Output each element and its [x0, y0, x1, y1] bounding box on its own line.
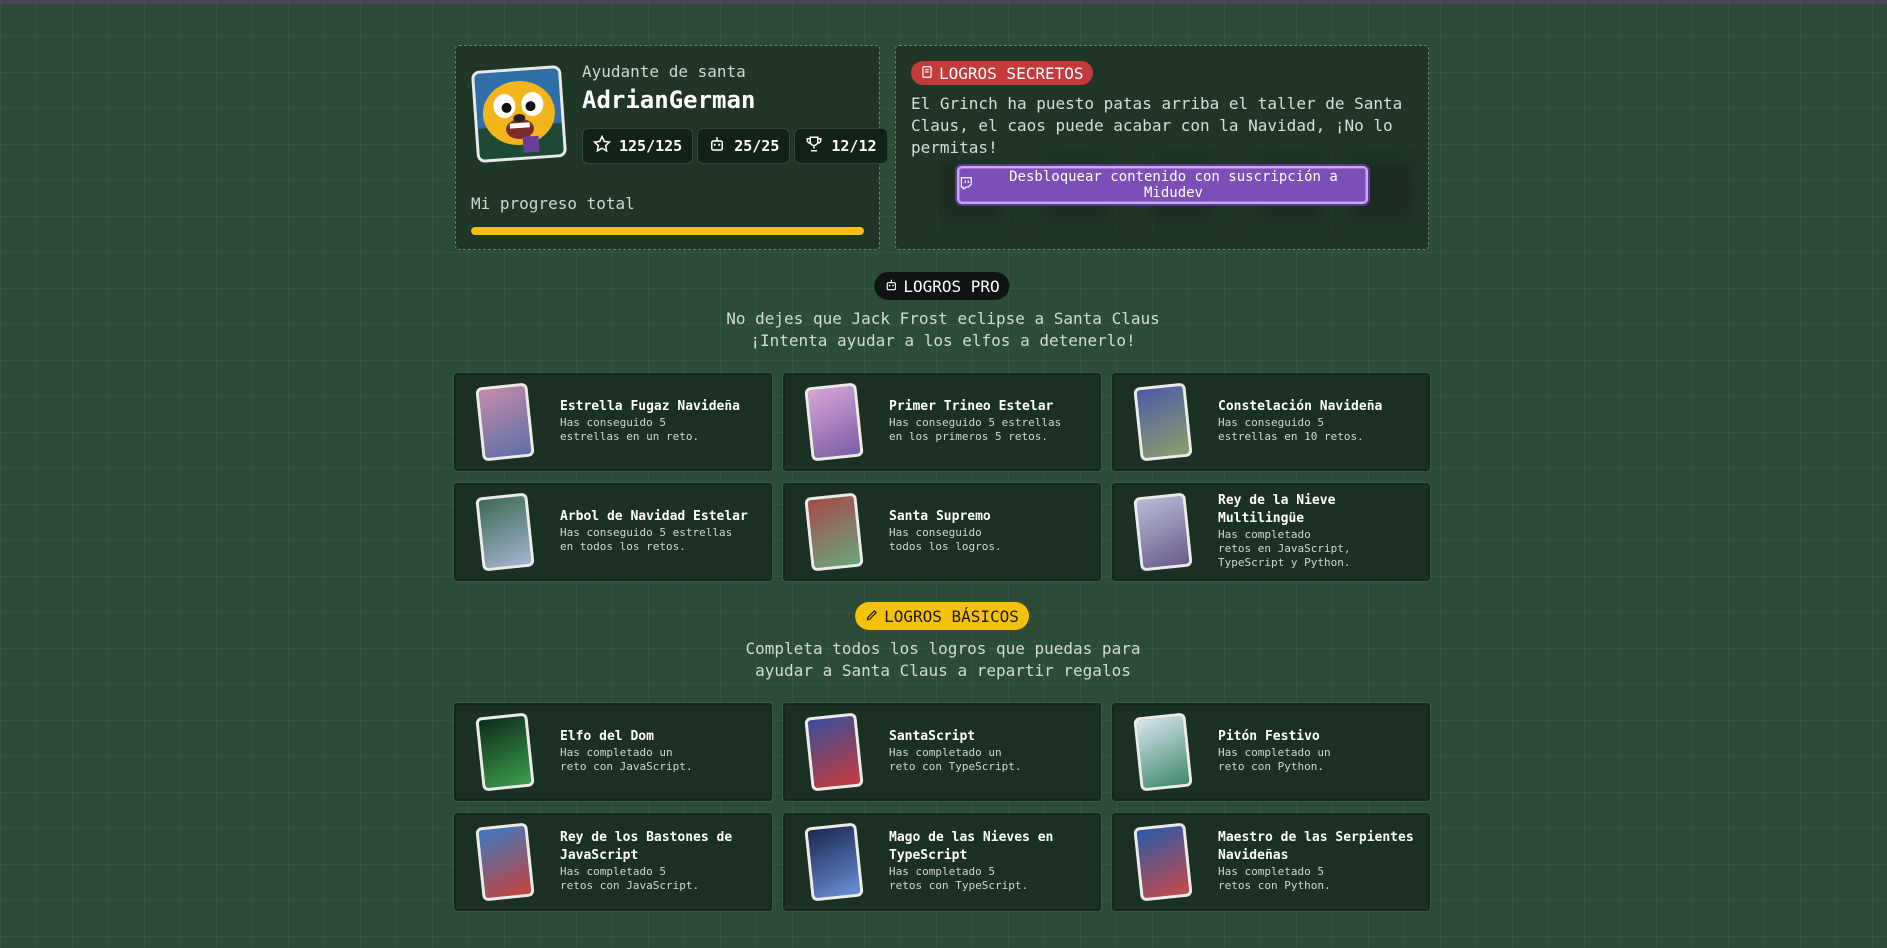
achievement-title: Constelación Navideña: [1218, 399, 1383, 414]
star-icon: [592, 134, 612, 157]
achievement-image: [804, 712, 864, 792]
achievement-image: [804, 492, 864, 572]
achievement-description: Has conseguido 5 estrellas en 10 retos.: [1218, 416, 1364, 443]
achievement-image: [1133, 492, 1193, 572]
achievement-card[interactable]: Elfo del Dom Has completado un reto con J…: [453, 702, 773, 802]
achievement-image: [475, 712, 535, 792]
achievement-card[interactable]: Constelación Navideña Has conseguido 5 es…: [1111, 372, 1431, 472]
achievement-description: Has conseguido 5 estrellas en todos los …: [560, 526, 733, 553]
achievement-title: Arbol de Navidad Estelar: [560, 509, 748, 524]
lock-icon: [920, 64, 934, 83]
achievement-description: Has completado un reto con JavaScript.: [560, 746, 693, 773]
achievement-title: Pitón Festivo: [1218, 729, 1320, 744]
pencil-icon: [865, 607, 879, 626]
unlock-button-label: Desbloquear contenido con suscripción a …: [1009, 169, 1338, 201]
achievement-image: [804, 822, 864, 902]
twitch-icon: [959, 176, 973, 194]
achievement-description: Has completado un reto con Python.: [1218, 746, 1331, 773]
achievement-description: Has completado 5 retos con JavaScript.: [560, 865, 700, 892]
achievement-image: [475, 822, 535, 902]
achievement-card[interactable]: Estrella Fugaz Navideña Has conseguido 5 …: [453, 372, 773, 472]
achievement-card[interactable]: Santa Supremo Has conseguido todos los lo…: [782, 482, 1102, 582]
avatar[interactable]: [470, 64, 568, 164]
pro-subtitle-line1: No dejes que Jack Frost eclipse a Santa …: [726, 309, 1160, 328]
achievement-title: Maestro de las Serpientes Navideñas: [1218, 830, 1414, 863]
profile-stats: 125/125 25/25 12/12: [582, 128, 888, 164]
achievement-title: Santa Supremo: [889, 509, 991, 524]
achievement-description: Has conseguido 5 estrellas en los primer…: [889, 416, 1062, 443]
pro-section-badge: LOGROS PRO: [874, 272, 1010, 300]
stars-stat-value: 125/125: [619, 137, 683, 155]
progress-label: Mi progreso total: [471, 194, 635, 213]
progress-bar: [471, 227, 864, 235]
achievement-description: Has completado un reto con TypeScript.: [889, 746, 1022, 773]
trophies-stat: 12/12: [794, 128, 888, 164]
secret-achievements-card: LOGROS SECRETOS El Grinch ha puesto pata…: [895, 45, 1429, 250]
achievement-description: Has completado 5 retos con TypeScript.: [889, 865, 1029, 892]
basic-subtitle: Completa todos los logros que puedas par…: [643, 638, 1243, 682]
achievement-title: Rey de la Nieve Multilingüe: [1218, 493, 1336, 526]
achievement-title: Rey de los Bastones de JavaScript: [560, 830, 733, 863]
achievement-card[interactable]: Mago de las Nieves en TypeScript Has comp…: [782, 812, 1102, 912]
secret-description: El Grinch ha puesto patas arriba el tall…: [911, 94, 1403, 157]
achievement-title: Estrella Fugaz Navideña: [560, 399, 741, 414]
profile-username: AdrianGerman: [582, 86, 756, 114]
achievement-image: [475, 382, 535, 462]
unlock-subscription-button[interactable]: Desbloquear contenido con suscripción a …: [957, 166, 1368, 204]
achievement-image: [1133, 822, 1193, 902]
pro-subtitle-line2: ¡Intenta ayudar a los elfos a detenerlo!: [750, 331, 1136, 350]
achievement-card[interactable]: Rey de la Nieve Multilingüe Has completad…: [1111, 482, 1431, 582]
profile-card: Ayudante de santa AdrianGerman 125/125 2…: [455, 45, 888, 250]
basic-section-label: LOGROS BÁSICOS: [884, 606, 1019, 626]
stars-stat: 125/125: [582, 128, 694, 164]
basic-section-badge: LOGROS BÁSICOS: [855, 602, 1029, 630]
top-border: [0, 0, 1887, 4]
challenges-stat: 25/25: [697, 128, 791, 164]
achievement-description: Has completado 5 retos con Python.: [1218, 865, 1331, 892]
achievement-image: [475, 492, 535, 572]
achievement-image: [1133, 382, 1193, 462]
achievement-description: Has completado retos en JavaScript, Type…: [1218, 528, 1351, 569]
basic-subtitle-line2: ayudar a Santa Claus a repartir regalos: [755, 661, 1131, 680]
achievement-card[interactable]: Rey de los Bastones de JavaScript Has com…: [453, 812, 773, 912]
achievement-title: Elfo del Dom: [560, 729, 654, 744]
challenges-stat-value: 25/25: [734, 137, 780, 155]
achievement-card[interactable]: Arbol de Navidad Estelar Has conseguido 5…: [453, 482, 773, 582]
achievement-card[interactable]: Primer Trineo Estelar Has conseguido 5 es…: [782, 372, 1102, 472]
profile-role: Ayudante de santa: [582, 62, 746, 81]
secret-badge: LOGROS SECRETOS: [911, 61, 1093, 85]
achievement-card[interactable]: Pitón Festivo Has completado un reto con …: [1111, 702, 1431, 802]
achievement-description: Has conseguido 5 estrellas en un reto.: [560, 416, 700, 443]
trophies-stat-value: 12/12: [831, 137, 877, 155]
secret-badge-label: LOGROS SECRETOS: [939, 63, 1084, 83]
robot-icon: [708, 135, 726, 157]
basic-subtitle-line1: Completa todos los logros que puedas par…: [745, 639, 1141, 658]
achievement-card[interactable]: SantaScript Has completado un reto con Ty…: [782, 702, 1102, 802]
pro-section-label: LOGROS PRO: [903, 276, 1000, 296]
achievement-title: Primer Trineo Estelar: [889, 399, 1054, 414]
achievement-title: Mago de las Nieves en TypeScript: [889, 830, 1054, 863]
achievement-image: [804, 382, 864, 462]
achievement-card[interactable]: Maestro de las Serpientes Navideñas Has c…: [1111, 812, 1431, 912]
trophy-icon: [805, 135, 823, 157]
achievement-title: SantaScript: [889, 729, 976, 744]
achievement-image: [1133, 712, 1193, 792]
pro-subtitle: No dejes que Jack Frost eclipse a Santa …: [643, 308, 1243, 352]
robot-icon: [884, 277, 898, 296]
achievement-description: Has conseguido todos los logros.: [889, 526, 1002, 553]
progress-bar-fill: [471, 227, 864, 235]
